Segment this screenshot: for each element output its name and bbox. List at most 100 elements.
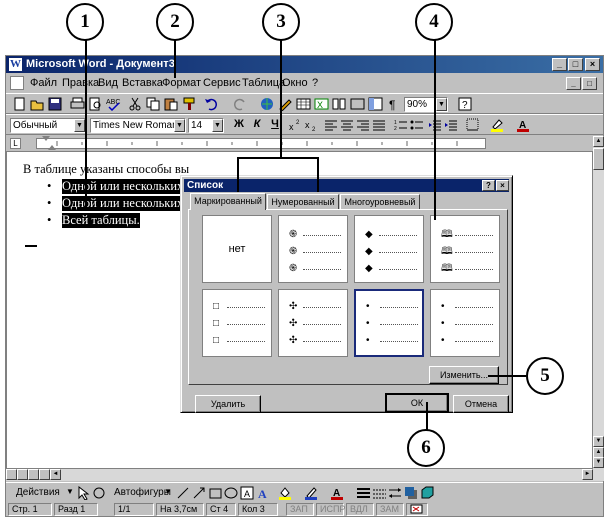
style-select[interactable]: Обычный ▼ (10, 118, 86, 133)
arrow-style-icon[interactable] (388, 486, 403, 500)
align-center-icon[interactable] (340, 118, 355, 132)
line-style-icon[interactable] (356, 486, 371, 500)
cancel-button[interactable]: Отмена (453, 395, 509, 413)
first-line-indent-marker[interactable] (42, 136, 50, 141)
select-objects-icon[interactable] (76, 486, 91, 500)
font-dropdown-icon[interactable]: ▼ (174, 119, 185, 132)
maximize-button[interactable]: □ (568, 58, 583, 71)
page-view-icon[interactable] (28, 469, 39, 480)
document-map-icon[interactable] (368, 97, 383, 111)
close-button[interactable]: × (585, 58, 600, 71)
subscript-icon[interactable]: x2 (304, 118, 319, 132)
font-select[interactable]: Times New Roman ▼ (90, 118, 186, 133)
menu-edit[interactable]: Правка (62, 77, 99, 89)
menu-table[interactable]: Таблица (242, 77, 285, 89)
numbering-icon[interactable]: 12 (394, 118, 409, 132)
bullet-style-curl[interactable]: ֍ ֍ ֍ (278, 215, 348, 283)
doc-icon[interactable] (10, 76, 24, 90)
hanging-indent-marker[interactable] (48, 145, 56, 150)
new-document-icon[interactable] (12, 97, 27, 111)
horizontal-scrollbar[interactable]: ◄ ► (6, 469, 604, 481)
menu-format[interactable]: Формат (162, 77, 201, 89)
undo-icon[interactable] (204, 97, 219, 111)
menu-help[interactable]: ? (312, 77, 318, 89)
style-dropdown-icon[interactable]: ▼ (74, 119, 85, 132)
bullet-style-diamond[interactable]: ◆ ◆ ◆ (354, 215, 424, 283)
doc-minimize-button[interactable]: _ (566, 77, 581, 90)
bullet-style-book[interactable]: 🕮 🕮 🕮 (430, 215, 500, 283)
zoom-dropdown-icon[interactable]: ▼ (436, 98, 447, 111)
tab-numbered[interactable]: Нумерованный (267, 194, 339, 210)
3d-icon[interactable] (420, 486, 435, 500)
print-icon[interactable] (70, 97, 85, 111)
font-color-icon[interactable]: A (516, 118, 531, 132)
spelling-status-icon[interactable] (406, 503, 428, 516)
scroll-down-icon[interactable]: ▼ (593, 436, 604, 447)
align-right-icon[interactable] (356, 118, 371, 132)
bullets-icon[interactable] (410, 118, 425, 132)
borders-icon[interactable] (466, 118, 481, 132)
bullet-style-square[interactable]: □ □ □ (202, 289, 272, 357)
scroll-left-icon[interactable]: ◄ (50, 469, 61, 480)
print-preview-icon[interactable] (88, 97, 103, 111)
menu-insert[interactable]: Вставка (122, 77, 163, 89)
dialog-title-bar[interactable]: Список (184, 179, 509, 192)
autoshapes-menu[interactable]: Автофигуры (114, 487, 171, 498)
insert-excel-icon[interactable]: X (314, 97, 329, 111)
actions-dropdown-icon[interactable]: ▼ (66, 487, 74, 496)
save-icon[interactable] (48, 97, 63, 111)
doc-item-2[interactable]: Одной или нескольких (62, 196, 184, 211)
dialog-close-button[interactable]: × (496, 180, 509, 191)
columns-icon[interactable] (332, 97, 347, 111)
drawing-icon[interactable] (350, 97, 365, 111)
menu-tools[interactable]: Сервис (203, 77, 241, 89)
arrow-icon[interactable] (192, 486, 207, 500)
autoshapes-dropdown-icon[interactable]: ▼ (164, 487, 172, 496)
line-color-icon[interactable] (304, 486, 319, 500)
spelling-icon[interactable]: ABC (106, 97, 121, 111)
status-ovr[interactable]: ЗАМ (376, 503, 404, 516)
highlight-icon[interactable] (490, 118, 505, 132)
tab-outline-numbered[interactable]: Многоуровневый (340, 194, 420, 210)
vertical-scrollbar[interactable]: ▲ ▼ ▲ ▼ (593, 136, 604, 469)
minimize-button[interactable]: _ (552, 58, 567, 71)
bullet-style-four-diamond[interactable]: ✣ ✣ ✣ (278, 289, 348, 357)
cut-icon[interactable] (128, 97, 143, 111)
normal-view-icon[interactable] (6, 469, 17, 480)
title-bar[interactable]: Microsoft Word - Документ3 (6, 56, 603, 73)
status-ext[interactable]: ВДЛ (346, 503, 374, 516)
scroll-right-icon[interactable]: ► (582, 469, 593, 480)
remove-button[interactable]: Удалить (195, 395, 261, 413)
actions-menu[interactable]: Действия (16, 487, 60, 498)
status-trk[interactable]: ИСПР (316, 503, 345, 516)
justify-icon[interactable] (372, 118, 387, 132)
web-view-icon[interactable] (17, 469, 28, 480)
superscript-icon[interactable]: x2 (288, 118, 303, 132)
next-page-icon[interactable]: ▼ (593, 457, 604, 468)
menu-file[interactable]: Файл (30, 77, 57, 89)
format-painter-icon[interactable] (182, 97, 197, 111)
size-dropdown-icon[interactable]: ▼ (212, 119, 223, 132)
align-left-icon[interactable] (324, 118, 339, 132)
scroll-up-icon[interactable]: ▲ (593, 136, 604, 147)
oval-icon[interactable] (224, 486, 239, 500)
bullet-style-dot-selected[interactable]: • • • (354, 289, 424, 357)
dash-style-icon[interactable] (372, 486, 387, 500)
paste-icon[interactable] (164, 97, 179, 111)
status-rec[interactable]: ЗАП (286, 503, 314, 516)
tab-selector[interactable]: L (10, 138, 21, 149)
fill-color-icon[interactable] (278, 486, 293, 500)
wordart-icon[interactable]: A (256, 486, 271, 500)
doc-item-3[interactable]: Всей таблицы. (62, 213, 140, 228)
bold-button[interactable]: Ж (232, 118, 246, 130)
insert-table-icon[interactable] (296, 97, 311, 111)
shadow-icon[interactable] (404, 486, 419, 500)
bullet-style-none[interactable]: нет (202, 215, 272, 283)
menu-window[interactable]: Окно (282, 77, 308, 89)
ok-button[interactable]: ОК (385, 393, 449, 413)
redo-icon[interactable] (232, 97, 247, 111)
copy-icon[interactable] (146, 97, 161, 111)
dialog-help-button[interactable]: ? (482, 180, 495, 191)
scroll-thumb[interactable] (593, 148, 604, 170)
horizontal-ruler[interactable] (36, 138, 486, 149)
